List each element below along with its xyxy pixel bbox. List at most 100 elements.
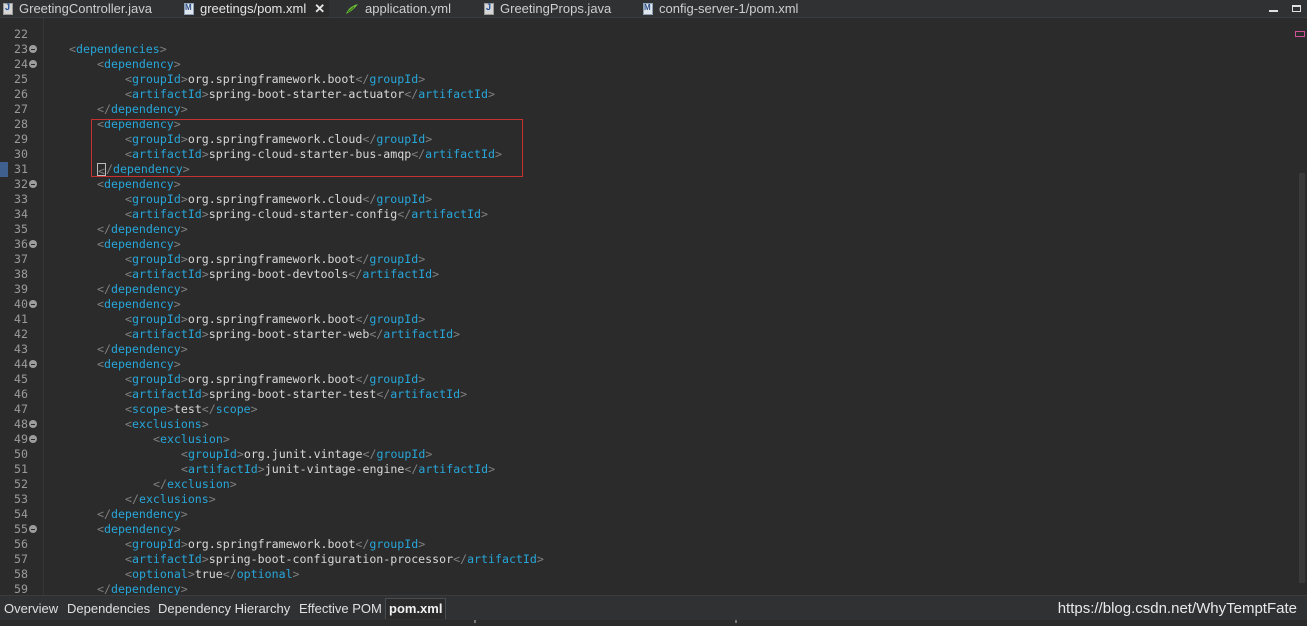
tab-config-server-1-pom-xml[interactable]: config-server-1/pom.xml [643, 0, 798, 17]
xml-tag-name: dependencies [75, 42, 160, 56]
xml-bracket: < [69, 42, 76, 56]
code-line: 54 </dependency> [0, 507, 1290, 522]
line-number: 35 [14, 222, 28, 236]
code-content: <groupId>org.springframework.boot</group… [125, 312, 425, 327]
xml-tag-name: groupId [369, 372, 419, 386]
code-content: </exclusions> [125, 492, 216, 507]
fold-collapse-icon[interactable] [29, 435, 37, 443]
xml-bracket: < [97, 237, 104, 251]
line-number: 43 [14, 342, 28, 356]
code-line: 22 [0, 27, 1290, 42]
horizontal-scrollbar[interactable] [0, 620, 1307, 626]
line-number: 33 [14, 192, 28, 206]
code-content: <dependency> [97, 357, 181, 372]
code-content: <dependency> [97, 177, 181, 192]
tab-greetingprops-java[interactable]: GreetingProps.java [484, 0, 611, 17]
code-line: 45 <groupId>org.springframework.boot</gro… [0, 372, 1290, 387]
xml-source-editor[interactable]: 22 23 <dependencies> 24 <dependency> 25 <group… [0, 18, 1307, 595]
tab-pom-xml[interactable]: pom.xml [385, 598, 447, 619]
code-content: <dependency> [97, 237, 181, 252]
xml-bracket: > [201, 552, 209, 566]
line-number: 51 [14, 462, 28, 476]
xml-bracket: > [418, 252, 426, 266]
code-content: <artifactId>spring-boot-devtools</artifa… [125, 267, 439, 282]
fold-collapse-icon[interactable] [29, 420, 37, 428]
code-content: <artifactId>spring-boot-starter-test</ar… [125, 387, 467, 402]
xml-bracket: </ [453, 552, 468, 566]
xml-bracket: < [125, 402, 132, 416]
xml-bracket: </ [97, 102, 111, 116]
line-number: 32 [14, 177, 28, 191]
xml-bracket: > [201, 327, 209, 341]
tab-greetingcontroller-java[interactable]: GreetingController.java [3, 0, 152, 17]
xml-bracket: > [201, 267, 209, 281]
line-number: 29 [14, 132, 28, 146]
xml-bracket: < [97, 297, 104, 311]
xml-tag-name: groupId [369, 252, 419, 266]
xml-tag-name: dependency [110, 282, 181, 296]
xml-tag-name: exclusions [131, 417, 202, 431]
scroll-tick [474, 620, 476, 623]
xml-tag-name: artifactId [411, 207, 482, 221]
maximize-icon[interactable] [1292, 5, 1301, 12]
tab-label: greetings/pom.xml [200, 1, 307, 16]
fold-collapse-icon[interactable] [29, 240, 37, 248]
fold-collapse-icon[interactable] [29, 45, 37, 53]
xml-bracket: > [536, 552, 544, 566]
fold-collapse-icon[interactable] [29, 180, 37, 188]
fold-collapse-icon[interactable] [29, 525, 37, 533]
code-line: 24 <dependency> [0, 57, 1290, 72]
minimize-icon[interactable] [1269, 9, 1278, 12]
xml-bracket: < [97, 57, 104, 71]
line-number: 53 [14, 492, 28, 506]
fold-collapse-icon[interactable] [29, 60, 37, 68]
xml-bracket: </ [362, 192, 377, 206]
xml-bracket: < [125, 552, 132, 566]
tab-application-yml[interactable]: application.yml [345, 0, 451, 17]
xml-bracket: < [97, 522, 104, 536]
xml-text: org.springframework.boot [187, 252, 356, 266]
xml-bracket: < [181, 462, 188, 476]
xml-tag-name: dependency [103, 237, 174, 251]
close-icon[interactable]: ✕ [314, 1, 325, 17]
fold-collapse-icon[interactable] [29, 360, 37, 368]
line-number: 40 [14, 297, 28, 311]
line-number: 47 [14, 402, 28, 416]
code-line: 56 <groupId>org.springframework.boot</gro… [0, 537, 1290, 552]
xml-text: org.springframework.boot [187, 372, 356, 386]
tab-overview[interactable]: Overview [4, 600, 58, 618]
line-number: 45 [14, 372, 28, 386]
xml-bracket: > [173, 177, 181, 191]
highlighted-dependency-box [91, 119, 523, 177]
xml-tag-name: dependency [103, 357, 174, 371]
line-number: 23 [14, 42, 28, 56]
code-content: </dependency> [97, 222, 188, 237]
vertical-scrollbar[interactable] [1293, 18, 1307, 595]
line-number: 46 [14, 387, 28, 401]
tab-greetings-pom-xml[interactable]: greetings/pom.xml ✕ [184, 0, 330, 17]
code-content: </dependency> [97, 102, 188, 117]
xml-tag-name: groupId [131, 372, 181, 386]
tab-dependency-hierarchy[interactable]: Dependency Hierarchy [158, 600, 290, 618]
tab-dependencies[interactable]: Dependencies [67, 600, 150, 618]
xml-tag-name: artifactId [418, 462, 489, 476]
tab-effective-pom[interactable]: Effective POM [299, 600, 382, 618]
xml-tag-name: dependency [110, 582, 181, 595]
xml-text: org.junit.vintage [243, 447, 363, 461]
fold-collapse-icon[interactable] [29, 300, 37, 308]
line-number: 31 [14, 162, 28, 176]
xml-bracket: < [181, 447, 188, 461]
xml-bracket: > [488, 462, 496, 476]
code-line: 23 <dependencies> [0, 42, 1290, 57]
xml-tag-name: artifactId [187, 462, 258, 476]
xml-bracket: </ [97, 582, 111, 595]
xml-bracket: > [418, 312, 426, 326]
scrollbar-thumb[interactable] [1299, 173, 1305, 583]
line-number: 30 [14, 147, 28, 161]
code-content: <groupId>org.junit.vintage</groupId> [181, 447, 432, 462]
code-line: 37 <groupId>org.springframework.boot</gro… [0, 252, 1290, 267]
xml-bracket: < [97, 177, 104, 191]
xml-bracket: > [250, 402, 258, 416]
code-content: <dependency> [97, 297, 181, 312]
code-content: <artifactId>spring-boot-starter-web</art… [125, 327, 460, 342]
